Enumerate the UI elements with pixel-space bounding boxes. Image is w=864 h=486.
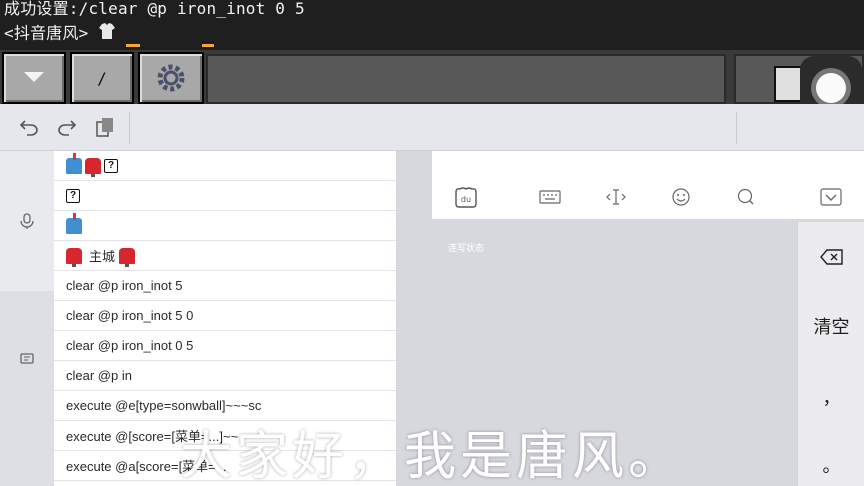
backspace-key[interactable] <box>798 240 864 274</box>
emoji-icon[interactable] <box>667 184 695 210</box>
mic-icon[interactable] <box>17 211 37 231</box>
list-item[interactable] <box>54 211 396 241</box>
list-item[interactable]: clear @p iron_inot 0 5 <box>54 331 396 361</box>
list-item-text: clear @p iron_inot 0 5 <box>66 338 194 353</box>
list-item[interactable]: ? <box>54 151 396 181</box>
redo-icon[interactable] <box>54 114 80 140</box>
divider <box>129 112 130 144</box>
undo-icon[interactable] <box>16 114 42 140</box>
assistive-touch-ring <box>811 68 851 108</box>
command-input[interactable] <box>206 54 726 104</box>
chat-author: <抖音唐风> <box>4 23 89 43</box>
list-item-text: clear @p iron_inot 5 <box>66 278 183 293</box>
baidu-logo-icon[interactable]: du <box>452 184 480 210</box>
handwriting-status: 连写状态 <box>448 244 485 254</box>
video-subtitle: 大家好，我是唐风。 <box>179 427 684 486</box>
list-item-text: execute @e[type=sonwball]~~~sc <box>66 398 262 413</box>
postbox-icon <box>85 157 101 177</box>
cursor-marker <box>202 44 214 47</box>
mailbox-icon <box>66 152 82 174</box>
command-bar: / <box>0 50 864 104</box>
keyboard-icon[interactable] <box>536 184 564 210</box>
postbox-icon <box>66 247 82 267</box>
list-item-text: 主城 <box>89 249 116 264</box>
minecraft-chat-area: 成功设置:/clear @p iron_inot 0 5 <抖音唐风> / <box>0 0 864 104</box>
cursor-marker <box>126 44 140 47</box>
list-item-text: clear @p iron_inot 5 0 <box>66 308 194 323</box>
chevron-down-icon <box>24 72 44 82</box>
clipboard-icon[interactable] <box>92 114 118 140</box>
slash-label: / <box>97 68 107 88</box>
keyboard-toolbar <box>0 104 864 151</box>
slash-button[interactable]: / <box>70 52 134 104</box>
backspace-icon <box>819 249 843 265</box>
chat-line: <抖音唐风> <box>4 22 116 46</box>
gear-icon <box>157 64 185 92</box>
search-icon[interactable] <box>732 184 760 210</box>
message-icon <box>17 349 37 369</box>
comma-key[interactable]: ， <box>798 382 864 412</box>
list-item[interactable]: 主城 <box>54 241 396 271</box>
shirt-icon <box>98 22 116 46</box>
collapse-keyboard-icon[interactable] <box>817 184 845 210</box>
assistive-touch-dot <box>816 73 846 103</box>
list-item[interactable]: clear @p iron_inot 5 0 <box>54 301 396 331</box>
divider <box>736 112 737 144</box>
keyboard-icon-bar: du <box>432 174 864 219</box>
list-item-text: clear @p in <box>66 368 132 383</box>
svg-text:du: du <box>461 195 471 204</box>
settings-button[interactable] <box>138 52 204 104</box>
clear-key[interactable]: 清空 <box>798 308 864 344</box>
chat-line: 成功设置:/clear @p iron_inot 0 5 <box>4 0 305 18</box>
unknown-glyph-icon: ? <box>104 158 118 173</box>
list-item[interactable]: clear @p in <box>54 361 396 391</box>
postbox-icon <box>119 247 136 267</box>
dropdown-button[interactable] <box>2 52 66 104</box>
list-item[interactable]: clear @p iron_inot 5 <box>54 271 396 301</box>
mailbox-icon <box>66 212 82 234</box>
unknown-glyph-icon: ? <box>66 188 80 203</box>
cursor-move-icon[interactable] <box>602 184 630 210</box>
list-item[interactable]: ? <box>54 181 396 211</box>
